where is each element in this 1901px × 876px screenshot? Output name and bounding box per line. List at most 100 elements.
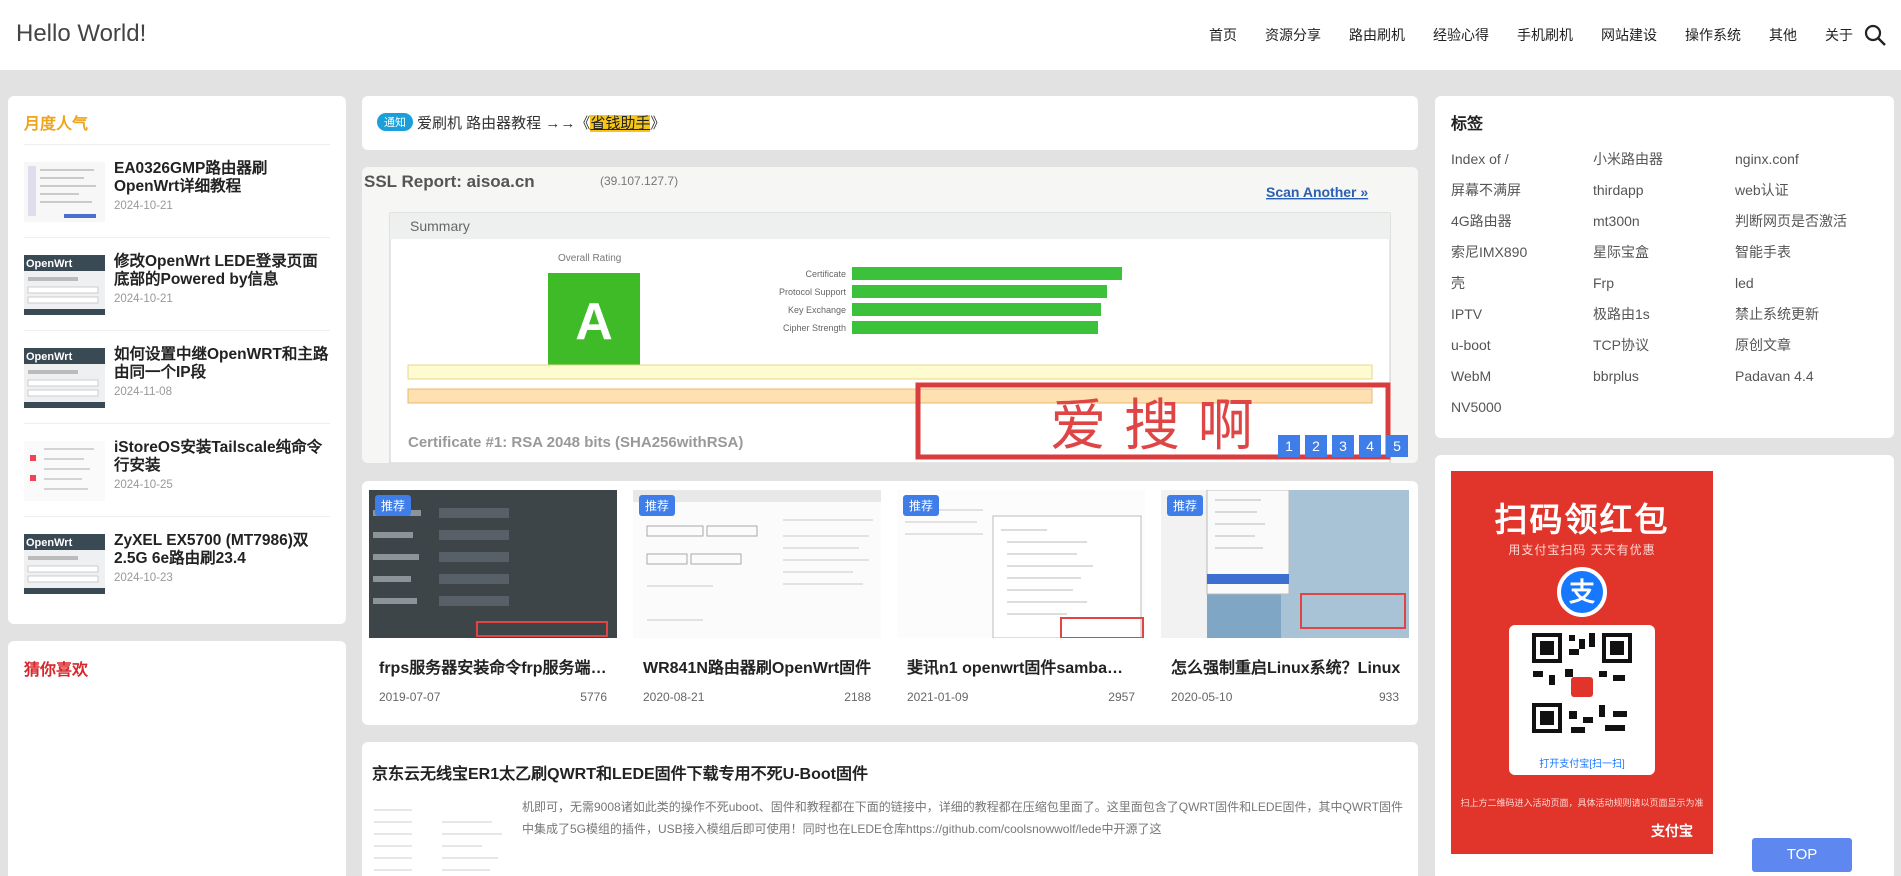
rating-bar-label: Key Exchange: [788, 305, 846, 315]
back-to-top-button[interactable]: TOP: [1752, 838, 1852, 872]
nav-website[interactable]: 网站建设: [1601, 25, 1657, 45]
tag-link[interactable]: 屏幕不满屏: [1451, 179, 1593, 201]
tag-link[interactable]: Padavan 4.4: [1735, 365, 1877, 387]
recommend-title[interactable]: 怎么强制重启Linux系统？Linux: [1171, 654, 1401, 678]
recommend-card[interactable]: 推荐 frps服务器安装命令frp服务端安装 2019-07-07 5776: [369, 490, 617, 716]
svg-text:OpenWrt: OpenWrt: [26, 258, 73, 270]
list-item[interactable]: iStoreOS安装Tailscale纯命令行安装 2024-10-25: [24, 423, 330, 516]
ssl-report-title: SSL Report: aisoa.cn: [364, 172, 535, 191]
recommend-card[interactable]: 推荐 怎么强制重启Linux系统？Linux 2020-05-10 933: [1161, 490, 1409, 716]
tag-link[interactable]: NV5000: [1451, 396, 1593, 418]
nav-phone-flash[interactable]: 手机刷机: [1517, 25, 1573, 45]
tag-link[interactable]: 禁止系统更新: [1735, 303, 1877, 325]
nav-resources[interactable]: 资源分享: [1265, 25, 1321, 45]
tag-link[interactable]: TCP协议: [1593, 334, 1735, 356]
slide-dot[interactable]: 4: [1359, 435, 1381, 457]
nav-other[interactable]: 其他: [1769, 25, 1797, 45]
tag-link[interactable]: IPTV: [1451, 303, 1593, 325]
recommend-date: 2020-08-21: [643, 690, 705, 704]
article-title[interactable]: iStoreOS安装Tailscale纯命令行安装: [114, 439, 330, 475]
overall-rating-label: Overall Rating: [558, 253, 621, 264]
recommend-badge: 推荐: [903, 495, 940, 516]
list-item[interactable]: OpenWrt 如何设置中继OpenWRT和主路由同一个IP段 2024-11-…: [24, 330, 330, 423]
tag-link[interactable]: 星际宝盒: [1593, 241, 1735, 263]
nav-experience[interactable]: 经验心得: [1433, 25, 1489, 45]
nav-router-flash[interactable]: 路由刷机: [1349, 25, 1405, 45]
tag-link[interactable]: nginx.conf: [1735, 148, 1877, 170]
tag-link[interactable]: 原创文章: [1735, 334, 1877, 356]
list-item[interactable]: OpenWrt ZyXEL EX5700 (MT7986)双2.5G 6e路由刷…: [24, 516, 330, 609]
grade-letter: A: [575, 293, 613, 351]
nav-about[interactable]: 关于: [1825, 25, 1853, 45]
article-date: 2024-10-21: [114, 200, 173, 212]
ad-title: 扫码领红包: [1494, 501, 1670, 538]
search-icon[interactable]: [1863, 23, 1887, 47]
recommend-thumbnail[interactable]: 推荐: [1161, 490, 1409, 638]
article-thumbnail[interactable]: [24, 441, 105, 501]
article-title[interactable]: 如何设置中继OpenWRT和主路由同一个IP段: [114, 346, 330, 382]
tag-link[interactable]: 判断网页是否激活: [1735, 210, 1877, 232]
qr-code: 打开支付宝[扫一扫]: [1509, 625, 1655, 775]
watermark-text: 爱 搜 啊: [1050, 394, 1254, 459]
main-nav: 首页 资源分享 路由刷机 经验心得 手机刷机 网站建设 操作系统 其他 关于: [1181, 0, 1853, 70]
article-thumbnail[interactable]: [24, 162, 105, 222]
tag-link[interactable]: mt300n: [1593, 210, 1735, 232]
recommend-thumbnail[interactable]: 推荐: [369, 490, 617, 638]
tag-link[interactable]: 智能手表: [1735, 241, 1877, 263]
top-navbar: Hello World! 首页 资源分享 路由刷机 经验心得 手机刷机 网站建设…: [0, 0, 1901, 70]
slide-image[interactable]: SSL Report: aisoa.cn (39.107.127.7) Scan…: [362, 167, 1418, 463]
scan-another-link: Scan Another »: [1266, 184, 1368, 200]
notice-link[interactable]: 省钱助手: [590, 115, 651, 132]
nav-home[interactable]: 首页: [1209, 25, 1237, 45]
slide-dot[interactable]: 1: [1278, 435, 1300, 457]
alipay-ad[interactable]: 扫码领红包 用支付宝扫码 天天有优惠 支 打开支付宝[扫一扫] 扫上方二维码进入…: [1451, 471, 1713, 854]
popular-panel: 月度人气 EA0326GMP路由器刷OpenWrt详细教程 2024-10-21…: [8, 96, 346, 624]
tag-link[interactable]: led: [1735, 272, 1877, 294]
article-thumbnail[interactable]: OpenWrt: [24, 534, 105, 594]
tag-link[interactable]: WebM: [1451, 365, 1593, 387]
recommend-title[interactable]: WR841N路由器刷OpenWrt固件: [643, 654, 873, 678]
tag-link[interactable]: bbrplus: [1593, 365, 1735, 387]
article-date: 2024-11-08: [114, 386, 172, 398]
recommend-title[interactable]: 斐讯n1 openwrt固件samba共享: [907, 654, 1137, 678]
article-title[interactable]: 修改OpenWrt LEDE登录页面底部的Powered by信息: [114, 253, 330, 289]
tag-link[interactable]: Index of /: [1451, 148, 1593, 170]
recommend-card[interactable]: 推荐 斐讯n1 openwrt固件samba共享 2021-01-09 2957: [897, 490, 1145, 716]
tag-link[interactable]: 小米路由器: [1593, 148, 1735, 170]
article-excerpt: 机即可，无需9008诸如此类的操作不死uboot、固件和教程都在下面的链接中，详…: [522, 800, 1403, 836]
article-title[interactable]: 京东云无线宝ER1太乙刷QWRT和LEDE固件下载专用不死U-Boot固件: [372, 760, 868, 784]
tag-link[interactable]: Frp: [1593, 272, 1735, 294]
article-thumbnail[interactable]: OpenWrt: [24, 255, 105, 315]
article-date: 2024-10-21: [114, 293, 173, 305]
slide-dot[interactable]: 5: [1386, 435, 1408, 457]
slide-dot[interactable]: 3: [1332, 435, 1354, 457]
nav-os[interactable]: 操作系统: [1685, 25, 1741, 45]
recommend-thumbnail[interactable]: 推荐: [633, 490, 881, 638]
qr-code-icon: [1532, 633, 1632, 733]
certificate-line: Certificate #1: RSA 2048 bits (SHA256wit…: [408, 434, 743, 451]
article-title[interactable]: EA0326GMP路由器刷OpenWrt详细教程: [114, 160, 330, 196]
site-brand[interactable]: Hello World!: [16, 20, 146, 48]
tag-link[interactable]: 壳: [1451, 272, 1593, 294]
article-card: 京东云无线宝ER1太乙刷QWRT和LEDE固件下载专用不死U-Boot固件 机即…: [362, 742, 1418, 876]
article-title[interactable]: ZyXEL EX5700 (MT7986)双2.5G 6e路由刷23.4: [114, 532, 330, 568]
tag-link[interactable]: u-boot: [1451, 334, 1593, 356]
tag-link[interactable]: 索尼IMX890: [1451, 241, 1593, 263]
recommend-thumbnail[interactable]: 推荐: [897, 490, 1145, 638]
slide-dot[interactable]: 2: [1305, 435, 1327, 457]
recommend-card[interactable]: 推荐 WR841N路由器刷OpenWrt固件 2020-08-21 2188: [633, 490, 881, 716]
ad-scan-text: 打开支付宝[扫一扫]: [1539, 759, 1625, 770]
article-thumbnail[interactable]: [372, 802, 512, 876]
list-item[interactable]: EA0326GMP路由器刷OpenWrt详细教程 2024-10-21: [24, 144, 330, 237]
tag-link[interactable]: thirdapp: [1593, 179, 1735, 201]
article-thumbnail[interactable]: OpenWrt: [24, 348, 105, 408]
image-slider[interactable]: SSL Report: aisoa.cn (39.107.127.7) Scan…: [362, 167, 1418, 463]
tag-link[interactable]: 4G路由器: [1451, 210, 1593, 232]
tag-link[interactable]: web认证: [1735, 179, 1877, 201]
recommend-date: 2019-07-07: [379, 690, 441, 704]
recommend-title[interactable]: frps服务器安装命令frp服务端安装: [379, 654, 609, 678]
list-item[interactable]: OpenWrt 修改OpenWrt LEDE登录页面底部的Powered by信…: [24, 237, 330, 330]
tag-link[interactable]: 极路由1s: [1593, 303, 1735, 325]
popular-list: EA0326GMP路由器刷OpenWrt详细教程 2024-10-21 Open…: [24, 144, 330, 609]
recommend-date: 2021-01-09: [907, 690, 969, 704]
